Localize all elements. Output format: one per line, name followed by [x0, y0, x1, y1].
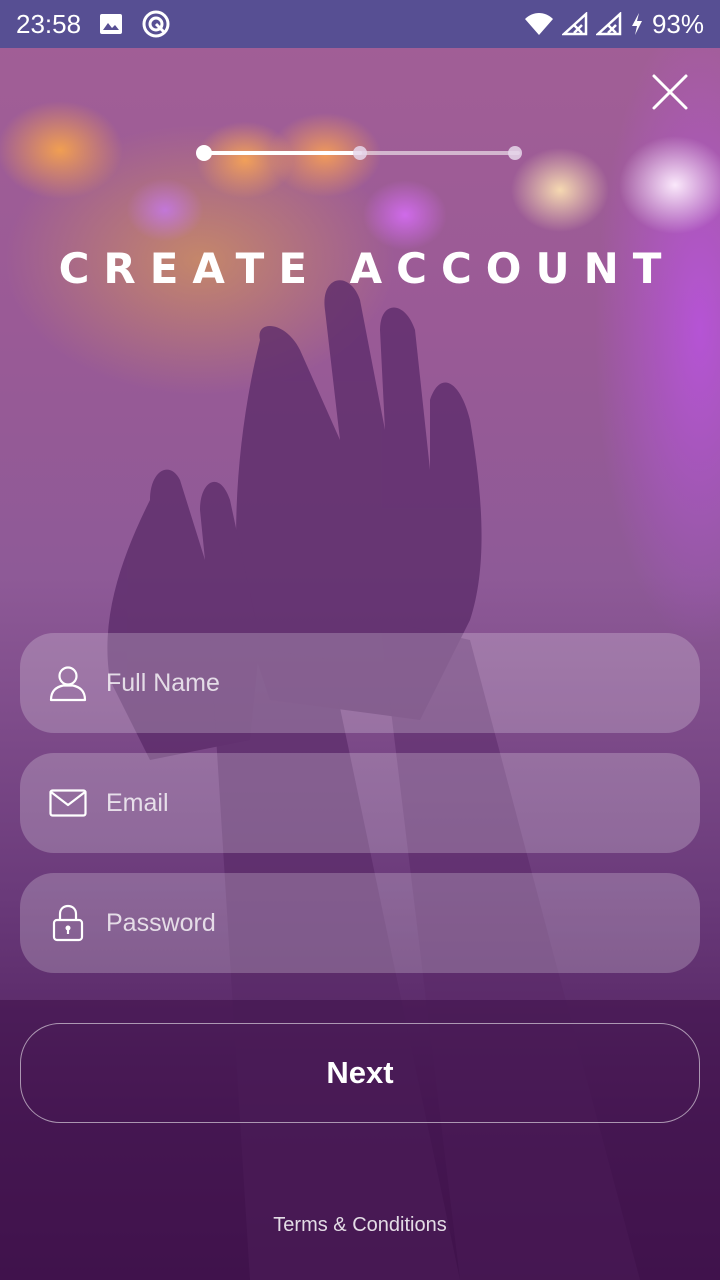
email-input[interactable] [106, 788, 666, 818]
sync-icon [141, 9, 171, 39]
wifi-icon [524, 12, 554, 36]
close-button[interactable] [648, 70, 692, 114]
battery-percent: 93% [651, 8, 704, 39]
status-time: 23:58 [16, 8, 82, 39]
terms-link[interactable]: Terms & Conditions [0, 1214, 720, 1237]
full-name-input[interactable] [106, 668, 666, 698]
password-input[interactable] [106, 908, 666, 938]
signal-2-icon [595, 12, 622, 36]
stepper-fill [204, 151, 362, 155]
email-field[interactable] [20, 753, 700, 853]
step-dot-3 [508, 146, 522, 160]
image-icon [99, 13, 123, 35]
progress-stepper [196, 144, 528, 162]
full-name-field[interactable] [20, 633, 700, 733]
step-dot-2 [353, 146, 367, 160]
user-icon [48, 663, 88, 703]
close-icon [652, 74, 688, 110]
password-field[interactable] [20, 873, 700, 973]
page-title: CREATE ACCOUNT [58, 244, 676, 293]
status-bar: 23:58 93% [0, 0, 720, 48]
signal-1-icon [561, 12, 588, 36]
next-button[interactable]: Next [20, 1023, 700, 1123]
mail-icon [48, 783, 88, 823]
charging-icon [630, 12, 644, 36]
step-dot-1 [196, 145, 212, 161]
lock-icon [48, 903, 88, 943]
